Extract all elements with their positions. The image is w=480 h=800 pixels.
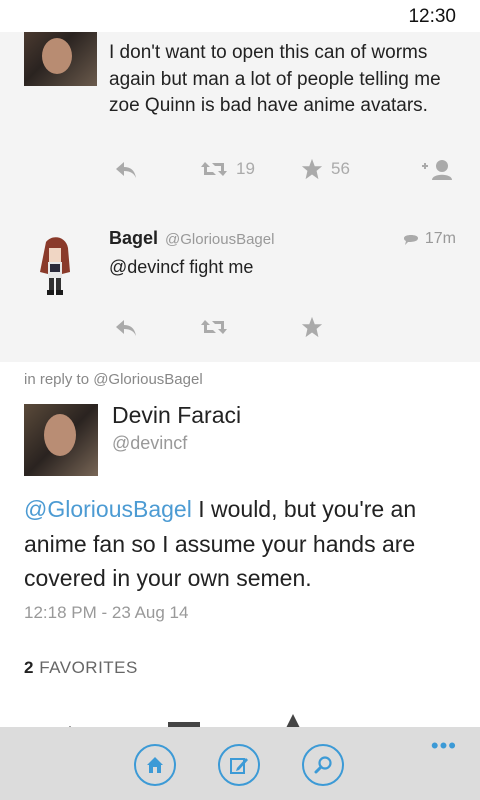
- tweet-date: 12:18 PM - 23 Aug 14: [24, 603, 189, 622]
- tweet-actions: 19 56: [0, 158, 480, 198]
- home-button[interactable]: [134, 744, 176, 786]
- reply-button[interactable]: [114, 318, 138, 338]
- retweet-count: 19: [236, 159, 255, 178]
- tweet-text: I don't want to open this can of worms a…: [109, 42, 441, 116]
- home-icon: [147, 757, 163, 773]
- avatar[interactable]: [32, 236, 78, 298]
- follow-icon: [422, 160, 452, 180]
- favorite-button[interactable]: 56: [301, 158, 350, 180]
- tweet-timestamp: 17m: [403, 230, 456, 248]
- status-bar: 12:30: [0, 0, 480, 32]
- compose-button[interactable]: [218, 744, 260, 786]
- retweet-icon: [201, 162, 227, 176]
- reply-icon: [116, 320, 136, 336]
- tweet-text: @GloriousBagel I would, but you're an an…: [24, 496, 417, 591]
- reply-icon: [116, 162, 136, 178]
- favorites-summary[interactable]: 2 FAVORITES: [24, 658, 138, 678]
- conversation-thread: I don't want to open this can of worms a…: [0, 32, 480, 362]
- retweet-icon: [201, 320, 227, 334]
- favorite-button[interactable]: [301, 316, 323, 338]
- search-icon: [314, 756, 332, 774]
- follow-button[interactable]: [420, 158, 456, 182]
- tweet-author-handle[interactable]: @GloriousBagel: [165, 231, 274, 248]
- tweet-author-handle[interactable]: @devincf: [112, 433, 187, 454]
- avatar[interactable]: [24, 32, 97, 86]
- comment-icon: [403, 235, 418, 245]
- search-button[interactable]: [302, 744, 344, 786]
- clock: 12:30: [408, 6, 456, 27]
- tweet-text: @devincf fight me: [109, 257, 254, 277]
- avatar[interactable]: [24, 404, 98, 476]
- reply-button[interactable]: [114, 160, 138, 180]
- tweet-author-name[interactable]: Bagel: [109, 228, 158, 249]
- mention-link[interactable]: @GloriousBagel: [24, 496, 192, 522]
- star-icon: [301, 158, 323, 180]
- favorite-count: 56: [331, 159, 350, 178]
- compose-icon: [230, 758, 248, 774]
- star-icon: [301, 316, 323, 338]
- retweet-button[interactable]: 19: [200, 158, 255, 180]
- in-reply-to[interactable]: in reply to @GloriousBagel: [24, 371, 203, 388]
- tweet-author-name[interactable]: Devin Faraci: [112, 402, 241, 429]
- tweet-actions: [0, 316, 480, 356]
- more-icon[interactable]: •••: [431, 733, 457, 759]
- app-bar: •••: [0, 727, 480, 800]
- retweet-button[interactable]: [200, 316, 228, 338]
